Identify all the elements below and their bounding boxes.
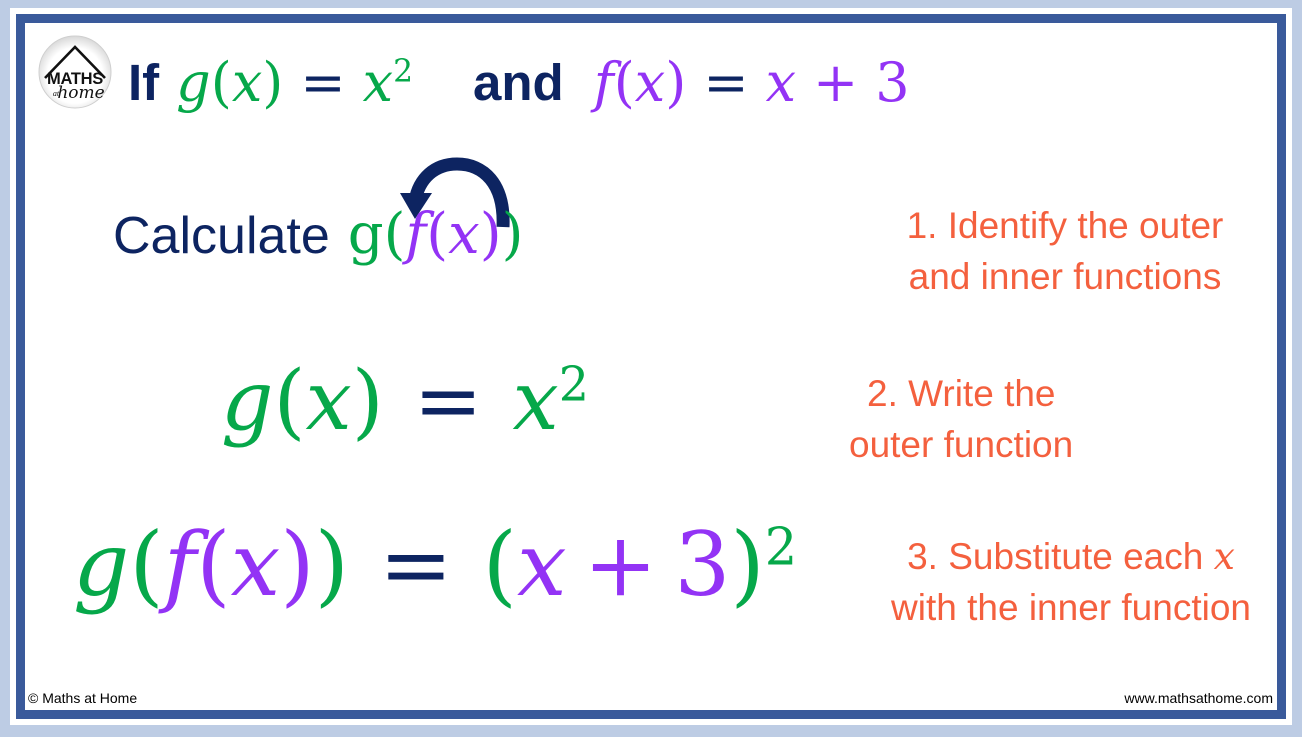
equation-outer-function: g(x) = x2 — [221, 361, 589, 443]
f-equals-sign: = — [703, 50, 749, 114]
f-rhs-x: x — [765, 50, 797, 114]
and-keyword: and — [473, 53, 564, 111]
g-close-paren: ) — [262, 50, 284, 114]
frame-white-gap: MATHS at home If g(x) = x2 and f(x) = x +3 — [10, 8, 1292, 725]
calc-inner-f: f — [405, 202, 427, 267]
f-argument-x: x — [634, 50, 666, 114]
step-1-line-2: and inner functions — [908, 255, 1222, 297]
g-rhs-x: x — [362, 50, 394, 114]
calculate-row: Calculate g(f(x)) — [113, 201, 523, 267]
maths-at-home-logo: MATHS at home — [36, 33, 114, 111]
eq2-close-paren: ) — [351, 354, 384, 449]
step-3-variable-x: x — [1213, 534, 1235, 578]
calc-inner-x: x — [448, 202, 480, 267]
step-3-note: 3. Substitute each x with the inner func… — [845, 531, 1277, 633]
step-1-note: 1. Identify the outer and inner function… — [865, 201, 1265, 302]
header-g-definition: g(x) = x2 — [176, 51, 413, 114]
step-2-note: 2. Write the outer function — [849, 369, 1249, 470]
eq3-rhs-plus: + — [583, 513, 658, 616]
g-open-paren: ( — [210, 50, 232, 114]
step-2-line-1: 2. Write the — [867, 373, 1056, 414]
g-equals-sign: = — [300, 50, 346, 114]
eq3-rhs-close-paren: ) — [730, 513, 765, 616]
eq3-inner-close-paren: ) — [280, 513, 315, 616]
logo-icon: MATHS at home — [38, 35, 112, 109]
worksheet-canvas: MATHS at home If g(x) = x2 and f(x) = x +3 — [25, 23, 1277, 710]
step-3-line-2: with the inner function — [891, 586, 1251, 628]
g-argument-x: x — [231, 50, 263, 114]
eq2-g: g — [221, 354, 274, 449]
eq2-equals: = — [413, 354, 483, 449]
composite-expression: g(f(x)) — [348, 201, 524, 267]
calculate-label: Calculate — [113, 207, 330, 265]
eq3-rhs-constant: 3 — [674, 513, 731, 616]
website-url[interactable]: www.mathsathome.com — [1124, 690, 1273, 706]
eq3-outer-close-paren: ) — [314, 513, 349, 616]
calc-outer-close-paren: ) — [501, 202, 524, 267]
f-rhs-constant: 3 — [875, 50, 910, 114]
f-function-name: f — [593, 50, 614, 114]
header-equation-row: If g(x) = x2 and f(x) = x +3 — [128, 43, 910, 121]
eq2-x: x — [305, 354, 352, 449]
step-3-line-1: 3. Substitute each x — [845, 531, 1277, 583]
step-2-line-2: outer function — [849, 423, 1074, 465]
eq2-rhs-x: x — [512, 354, 559, 449]
logo-brand-bottom: home — [57, 83, 104, 103]
equation-composite-result: g(f(x)) = (x +3)2 — [73, 521, 797, 609]
eq3-equals: = — [378, 513, 453, 616]
calc-inner-close-paren: ) — [479, 202, 502, 267]
header-f-definition: f(x) = x +3 — [594, 51, 910, 114]
f-close-paren: ) — [665, 50, 687, 114]
calc-inner-open-paren: ( — [426, 202, 449, 267]
eq3-outer-open-paren: ( — [129, 513, 164, 616]
g-function-name: g — [176, 50, 211, 114]
if-keyword: If — [128, 53, 160, 111]
eq3-inner-x: x — [230, 513, 281, 616]
calc-outer-g: g — [347, 202, 384, 267]
eq3-rhs-open-paren: ( — [482, 513, 518, 616]
g-rhs-exponent: 2 — [393, 53, 414, 90]
eq3-outer-g: g — [73, 513, 130, 616]
frame-blue-border: MATHS at home If g(x) = x2 and f(x) = x +3 — [16, 14, 1286, 719]
eq3-rhs-x: x — [517, 513, 567, 616]
step-1-line-1: 1. Identify the outer — [906, 205, 1224, 246]
eq3-rhs-exponent: 2 — [764, 518, 798, 578]
copyright-text: © Maths at Home — [28, 690, 138, 706]
step-3-line-1-text: 3. Substitute each — [907, 536, 1204, 577]
eq3-inner-open-paren: ( — [196, 513, 231, 616]
eq3-inner-f: f — [163, 513, 197, 616]
f-rhs-plus: + — [813, 50, 859, 114]
calc-outer-open-paren: ( — [383, 202, 406, 267]
eq2-open-paren: ( — [273, 354, 306, 449]
f-open-paren: ( — [613, 50, 635, 114]
eq2-rhs-exponent: 2 — [558, 357, 589, 413]
page-frame: MATHS at home If g(x) = x2 and f(x) = x +3 — [0, 0, 1302, 737]
